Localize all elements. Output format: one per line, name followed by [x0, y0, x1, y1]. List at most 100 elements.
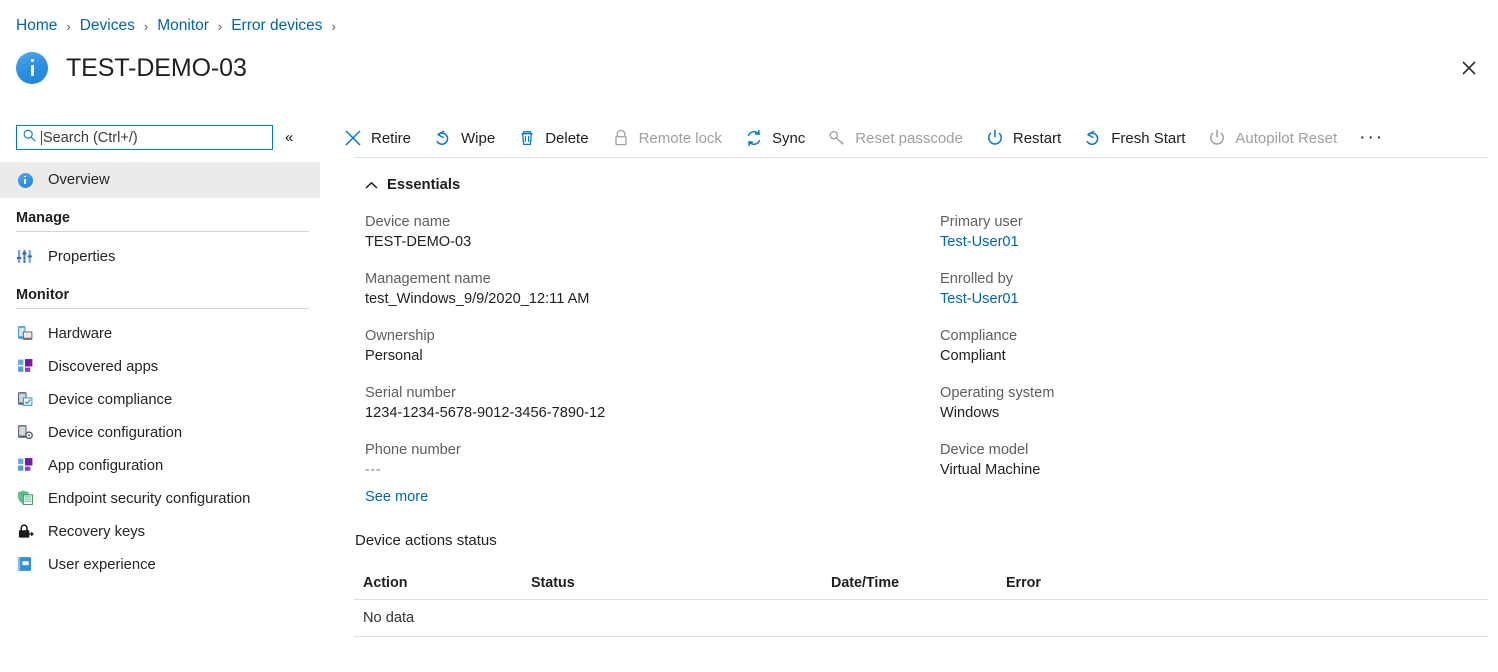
breadcrumb-item-devices[interactable]: Devices [80, 17, 135, 35]
sidebar-item-label: App configuration [48, 458, 163, 474]
essentials-field: OwnershipPersonal [365, 326, 605, 367]
sync-icon [744, 128, 764, 148]
table-column-header[interactable]: Date/Time [831, 575, 1006, 591]
toolbar-button-label: Reset passcode [855, 130, 963, 147]
device-actions-status-title: Device actions status [355, 532, 497, 549]
sidebar-item-label: Hardware [48, 326, 112, 342]
toolbar-button-remote-lock: Remote lock [611, 120, 722, 156]
table-body: No data [354, 600, 1488, 636]
search-input[interactable]: Search (Ctrl+/) [16, 125, 273, 150]
table-column-header[interactable]: Error [1006, 575, 1206, 591]
essentials-field: Primary userTest-User01 [940, 212, 1054, 253]
sidebar-search-row: Search (Ctrl+/) « [16, 125, 293, 150]
power-icon [1207, 128, 1227, 148]
lock-icon [611, 128, 631, 148]
essentials-toggle[interactable]: Essentials [365, 177, 460, 193]
see-more-link[interactable]: See more [365, 489, 428, 505]
breadcrumb-separator-icon: › [218, 20, 222, 33]
sidebar-section-title: Monitor [0, 287, 325, 303]
breadcrumb-item-monitor[interactable]: Monitor [157, 17, 209, 35]
essentials-field-label: Primary user [940, 212, 1054, 232]
essentials-field-value: test_Windows_9/9/2020_12:11 AM [365, 289, 605, 310]
page-title: TEST-DEMO-03 [66, 54, 247, 83]
toolbar-divider [354, 157, 1488, 158]
sidebar-item-hardware[interactable]: Hardware [0, 317, 325, 350]
sidebar-item-recovery-keys[interactable]: Recovery keys [0, 515, 325, 548]
trash-icon [517, 128, 537, 148]
toolbar-button-label: Delete [545, 130, 588, 147]
essentials-field: Phone number--- [365, 440, 605, 481]
sidebar-item-endpoint-security-configuration[interactable]: Endpoint security configuration [0, 482, 325, 515]
spacer [0, 309, 325, 317]
breadcrumb-item-error-devices[interactable]: Error devices [231, 17, 322, 35]
info-icon [16, 171, 34, 189]
essentials-field-label: Phone number [365, 440, 605, 460]
breadcrumb: Home›Devices›Monitor›Error devices› [16, 14, 345, 38]
toolbar-overflow-button[interactable]: ··· [1359, 120, 1384, 156]
key-icon [827, 128, 847, 148]
toolbar-button-label: Wipe [461, 130, 495, 147]
toolbar-button-fresh-start[interactable]: Fresh Start [1083, 120, 1185, 156]
toolbar-button-retire[interactable]: Retire [343, 120, 411, 156]
table-column-header[interactable]: Status [531, 575, 831, 591]
sidebar-item-app-configuration[interactable]: App configuration [0, 449, 325, 482]
essentials-field-value: Personal [365, 346, 605, 367]
breadcrumb-separator-icon: › [144, 20, 148, 33]
sidebar-item-properties[interactable]: Properties [0, 240, 325, 273]
sidebar-item-discovered-apps[interactable]: Discovered apps [0, 350, 325, 383]
essentials-field-label: Serial number [365, 383, 605, 403]
essentials-field-label: Compliance [940, 326, 1054, 346]
sidebar: Search (Ctrl+/) « Overview ManagePropert… [0, 118, 325, 672]
essentials-field-label: Management name [365, 269, 605, 289]
toolbar-button-wipe[interactable]: Wipe [433, 120, 495, 156]
search-icon [22, 128, 37, 148]
essentials-title: Essentials [387, 177, 460, 193]
table-column-header[interactable]: Action [354, 575, 531, 591]
chevron-up-icon [365, 181, 378, 190]
shield-icon [16, 490, 34, 508]
toolbar-button-sync[interactable]: Sync [744, 120, 805, 156]
essentials-field-label: Device model [940, 440, 1054, 460]
toolbar-button-label: Fresh Start [1111, 130, 1185, 147]
toolbar-button-restart[interactable]: Restart [985, 120, 1061, 156]
x-icon [343, 128, 363, 148]
sidebar-item-label: Properties [48, 249, 115, 265]
breadcrumb-item-home[interactable]: Home [16, 17, 57, 35]
command-toolbar: Retire Wipe Delete Remote lock Sync Reset pas… [343, 120, 1384, 156]
spacer [0, 581, 325, 595]
sidebar-sections: ManagePropertiesMonitorHardwareDiscovere… [0, 210, 325, 595]
undo-icon [1083, 128, 1103, 148]
spacer [0, 232, 325, 240]
essentials-field-value[interactable]: Test-User01 [940, 232, 1054, 253]
apps-icon [16, 358, 34, 376]
essentials-field-label: Enrolled by [940, 269, 1054, 289]
essentials-field-label: Ownership [365, 326, 605, 346]
essentials-field-value[interactable]: Test-User01 [940, 289, 1054, 310]
sidebar-item-overview[interactable]: Overview [0, 162, 320, 198]
lock-key-icon [16, 523, 34, 541]
table-bottom-divider [354, 636, 1488, 637]
sliders-icon [16, 248, 34, 266]
essentials-field: Serial number1234-1234-5678-9012-3456-78… [365, 383, 605, 424]
sidebar-item-device-configuration[interactable]: Device configuration [0, 416, 325, 449]
toolbar-button-label: Remote lock [639, 130, 722, 147]
essentials-field-value: Virtual Machine [940, 460, 1054, 481]
collapse-sidebar-button[interactable]: « [285, 130, 293, 145]
device-compliance-icon [16, 391, 34, 409]
toolbar-button-label: Retire [371, 130, 411, 147]
essentials-left-column: Device nameTEST-DEMO-03Management namete… [365, 212, 605, 497]
essentials-right-column: Primary userTest-User01Enrolled byTest-U… [940, 212, 1054, 497]
toolbar-button-reset-passcode: Reset passcode [827, 120, 963, 156]
essentials-field: ComplianceCompliant [940, 326, 1054, 367]
sidebar-item-label: Device configuration [48, 425, 182, 441]
app-configuration-icon [16, 457, 34, 475]
essentials-field: Enrolled byTest-User01 [940, 269, 1054, 310]
device-actions-status-table: ActionStatusDate/TimeError No data [354, 566, 1488, 637]
essentials-field: Device modelVirtual Machine [940, 440, 1054, 481]
sidebar-item-device-compliance[interactable]: Device compliance [0, 383, 325, 416]
sidebar-item-label: Endpoint security configuration [48, 491, 250, 507]
toolbar-button-delete[interactable]: Delete [517, 120, 588, 156]
close-icon[interactable] [1454, 53, 1484, 83]
sidebar-item-user-experience[interactable]: User experience [0, 548, 325, 581]
device-overview-page: Home›Devices›Monitor›Error devices› TEST… [0, 0, 1498, 672]
